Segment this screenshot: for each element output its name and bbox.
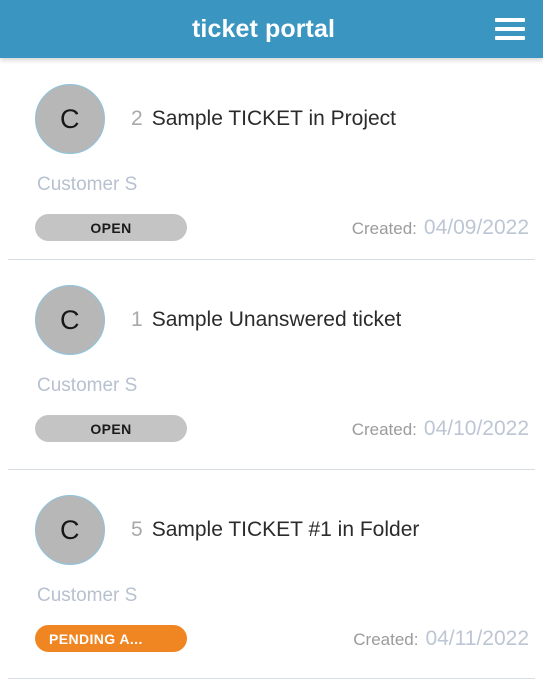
created-info: Created: 04/10/2022 [352,417,529,441]
ticket-header-row: C 2 Sample TICKET in Project [0,58,543,154]
created-label: Created: [351,419,417,439]
ticket-list-item[interactable]: C 2 Sample TICKET in Project Customer S … [0,58,543,259]
avatar: C [35,495,105,565]
ticket-number: 2 [131,107,143,130]
hamburger-bar [495,18,525,22]
created-info: Created: 04/11/2022 [353,627,529,651]
hamburger-bar [495,36,525,40]
ticket-title: Sample TICKET in Project [151,107,397,130]
ticket-header-row: C 1 Sample Unanswered ticket [0,259,543,355]
ticket-list-item[interactable]: C 1 Sample Unanswered ticket Customer S … [0,259,543,469]
page-title: ticket portal [192,14,335,43]
ticket-list: C 2 Sample TICKET in Project Customer S … [0,58,543,679]
created-label: Created: [353,629,419,649]
hamburger-menu-icon[interactable] [493,15,527,43]
ticket-meta-row: PENDING A... Created: 04/11/2022 [0,625,543,652]
created-info: Created: 04/09/2022 [352,216,529,240]
ticket-header-row: C 5 Sample TICKET #1 in Folder [0,469,543,565]
ticket-meta-row: OPEN Created: 04/09/2022 [0,214,543,241]
created-label: Created: [351,218,417,238]
ticket-number: 1 [131,308,143,331]
customer-name: Customer S [37,585,138,606]
status-badge[interactable]: OPEN [35,214,187,241]
ticket-title: Sample TICKET #1 in Folder [151,518,420,541]
created-date: 04/10/2022 [423,416,529,440]
avatar: C [35,285,105,355]
status-badge[interactable]: PENDING A... [35,625,187,652]
customer-name: Customer S [37,375,138,396]
ticket-portal-app: ticket portal C 2 Sample TICKET in Proje… [0,0,543,687]
avatar: C [35,84,105,154]
ticket-heading: 1 Sample Unanswered ticket [131,308,401,332]
customer-name: Customer S [37,174,138,195]
status-badge[interactable]: OPEN [35,415,187,442]
ticket-number: 5 [131,518,143,541]
created-date: 04/09/2022 [423,215,529,239]
ticket-heading: 5 Sample TICKET #1 in Folder [131,518,419,542]
ticket-title: Sample Unanswered ticket [151,308,402,331]
hamburger-bar [495,27,525,31]
ticket-heading: 2 Sample TICKET in Project [131,107,396,131]
created-date: 04/11/2022 [425,626,529,650]
ticket-meta-row: OPEN Created: 04/10/2022 [0,415,543,442]
ticket-list-item[interactable]: C 5 Sample TICKET #1 in Folder Customer … [0,469,543,679]
app-header: ticket portal [0,0,543,58]
